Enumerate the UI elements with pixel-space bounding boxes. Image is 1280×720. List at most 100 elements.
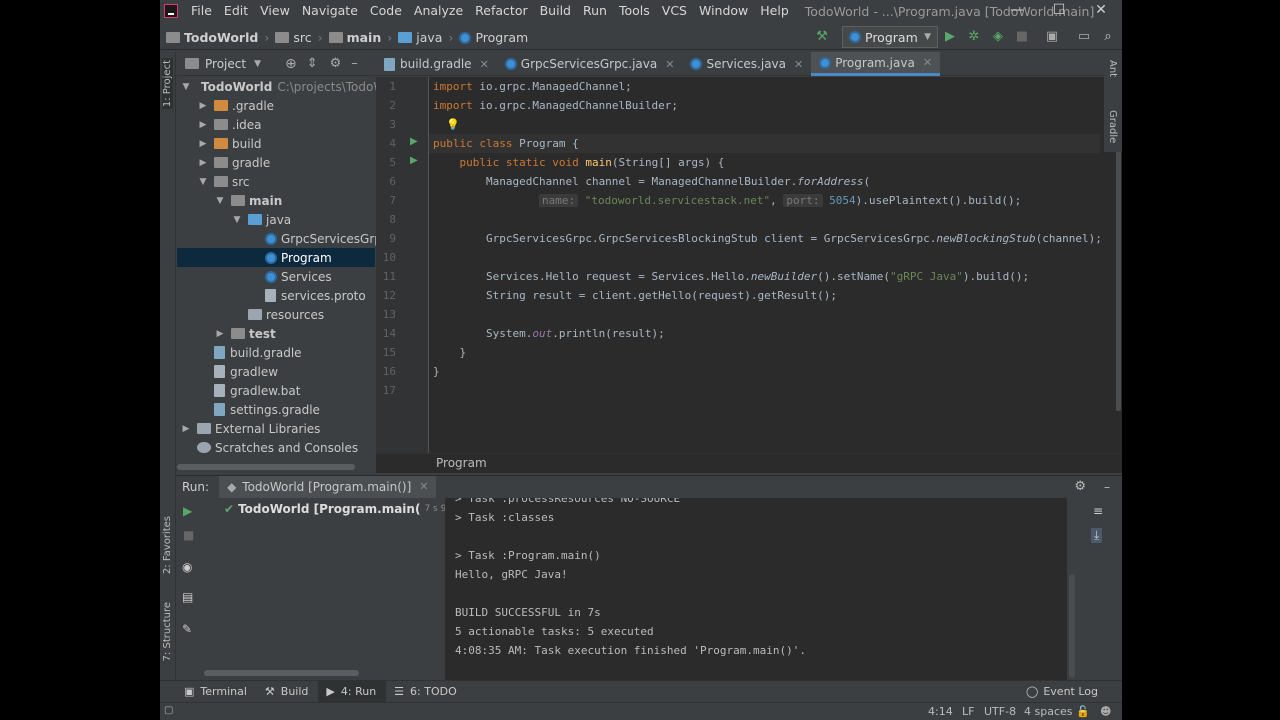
- tree-item[interactable]: services.proto: [177, 286, 375, 305]
- expanded-arrow-icon[interactable]: ▼: [232, 215, 242, 225]
- run-gutter-icon[interactable]: ▶: [410, 155, 418, 166]
- tree-item[interactable]: ▶ gradle: [177, 153, 375, 172]
- indent-setting[interactable]: 4 spaces: [1024, 705, 1073, 718]
- menu-run[interactable]: Run: [577, 0, 613, 22]
- tree-item[interactable]: GrpcServicesGrpc: [177, 229, 389, 248]
- search-icon[interactable]: ⌕: [1100, 29, 1116, 45]
- breadcrumb-program[interactable]: Program: [459, 30, 528, 45]
- breadcrumb-java[interactable]: java: [398, 30, 442, 45]
- run-tab-todoworld[interactable]: ◆ TodoWorld [Program.main()] ✕: [219, 475, 437, 498]
- locate-icon[interactable]: ⊕: [285, 56, 297, 72]
- tree-item[interactable]: ▶ .idea: [177, 115, 375, 134]
- tab-grpc-services-grpc[interactable]: GrpcServicesGrpc.java ✕: [497, 52, 683, 76]
- todo-tool-button[interactable]: ☰ 6: TODO: [386, 681, 467, 703]
- tree-item[interactable]: ▶ .gradle: [177, 96, 375, 115]
- collapsed-arrow-icon[interactable]: ▶: [198, 101, 208, 111]
- run-gutter-icon[interactable]: ▶: [410, 136, 418, 147]
- run-icon[interactable]: ▶: [942, 29, 958, 45]
- close-tab-icon[interactable]: ✕: [419, 480, 428, 493]
- structure-tool-tab[interactable]: 7: Structure: [162, 602, 173, 661]
- scroll-to-end-icon[interactable]: ⤓: [1091, 528, 1103, 543]
- collapsed-arrow-icon[interactable]: ▶: [198, 158, 208, 168]
- tab-build-gradle[interactable]: build.gradle ✕: [376, 52, 497, 76]
- event-log-button[interactable]: ◯ Event Log: [1018, 681, 1108, 703]
- close-tab-icon[interactable]: ✕: [665, 58, 674, 71]
- maximize-button[interactable]: ☐: [1038, 0, 1080, 22]
- menu-vcs[interactable]: VCS: [656, 0, 693, 22]
- run-tree-scrollbar[interactable]: [204, 670, 359, 676]
- tree-item[interactable]: gradlew.bat: [177, 381, 375, 400]
- close-tab-icon[interactable]: ✕: [480, 58, 489, 71]
- run-tool-button[interactable]: ▶ 4: Run: [318, 680, 387, 703]
- project-structure-icon[interactable]: ▣: [1044, 29, 1060, 45]
- hide-icon[interactable]: –: [351, 56, 358, 71]
- tree-item[interactable]: Scratches and Consoles: [177, 438, 375, 457]
- hide-icon[interactable]: –: [1104, 480, 1110, 494]
- lock-icon[interactable]: 🔓: [1076, 705, 1090, 718]
- breadcrumb-project[interactable]: TodoWorld: [166, 30, 258, 45]
- gear-icon[interactable]: ⚙: [330, 56, 342, 71]
- debug-icon[interactable]: ✲: [966, 29, 982, 45]
- collapsed-arrow-icon[interactable]: ▶: [181, 424, 191, 434]
- console-scrollbar[interactable]: [1069, 574, 1075, 678]
- menu-analyze[interactable]: Analyze: [408, 0, 469, 22]
- expanded-arrow-icon[interactable]: ▼: [198, 177, 208, 187]
- menu-edit[interactable]: Edit: [218, 0, 254, 22]
- close-tab-icon[interactable]: ✕: [923, 56, 932, 69]
- layout-icon[interactable]: ▤: [182, 590, 193, 604]
- menu-view[interactable]: View: [254, 0, 296, 22]
- tree-item[interactable]: gradlew: [177, 362, 375, 381]
- run-config-select[interactable]: Program ▼: [842, 26, 938, 48]
- eye-icon[interactable]: ◉: [182, 560, 192, 574]
- code-editor[interactable]: import io.grpc.ManagedChannel; import io…: [428, 77, 1100, 453]
- tree-item[interactable]: Services: [177, 267, 375, 286]
- build-tool-button[interactable]: ⚒ Build: [257, 681, 319, 703]
- close-tab-icon[interactable]: ✕: [794, 58, 803, 71]
- tree-item[interactable]: ▼ TodoWorld C:\projects\TodoW: [177, 77, 386, 96]
- collapse-all-icon[interactable]: ⇕: [307, 56, 318, 71]
- menu-help[interactable]: Help: [754, 0, 795, 22]
- build-hammer-icon[interactable]: ⚒: [814, 29, 830, 45]
- line-separator[interactable]: LF: [962, 705, 974, 718]
- project-horizontal-scrollbar[interactable]: [177, 464, 355, 470]
- menu-navigate[interactable]: Navigate: [296, 0, 364, 22]
- menu-file[interactable]: File: [185, 0, 218, 22]
- project-tool-tab[interactable]: 1: Project: [162, 58, 173, 110]
- expanded-arrow-icon[interactable]: ▼: [181, 82, 191, 92]
- gradle-tool-tab[interactable]: Gradle: [1107, 110, 1118, 143]
- gear-icon[interactable]: ⚙: [1074, 479, 1086, 494]
- tree-item[interactable]: resources: [177, 305, 375, 324]
- breadcrumb-src[interactable]: src: [275, 30, 312, 45]
- stop-icon[interactable]: ■: [183, 528, 194, 542]
- menu-build[interactable]: Build: [534, 0, 577, 22]
- file-encoding[interactable]: UTF-8: [984, 705, 1016, 718]
- stop-icon[interactable]: ■: [1014, 29, 1030, 45]
- tree-item[interactable]: ▶ build: [177, 134, 375, 153]
- tree-item[interactable]: ▼ src: [177, 172, 375, 191]
- tree-item[interactable]: build.gradle: [177, 343, 375, 362]
- tree-item[interactable]: ▼ java: [177, 210, 375, 229]
- menu-tools[interactable]: Tools: [613, 0, 656, 22]
- rerun-icon[interactable]: ▶: [183, 504, 192, 518]
- collapsed-arrow-icon[interactable]: ▶: [198, 139, 208, 149]
- close-button[interactable]: ✕: [1080, 0, 1122, 22]
- tree-item[interactable]: settings.gradle: [177, 400, 375, 419]
- inspector-icon[interactable]: ☻: [1100, 705, 1111, 718]
- menu-window[interactable]: Window: [693, 0, 754, 22]
- minimize-button[interactable]: —: [996, 0, 1038, 22]
- tab-program[interactable]: Program.java ✕: [811, 52, 941, 76]
- coverage-icon[interactable]: ◈: [990, 29, 1006, 45]
- soft-wrap-icon[interactable]: ≡: [1093, 504, 1103, 518]
- tree-item[interactable]: ▼ main: [177, 191, 375, 210]
- menu-refactor[interactable]: Refactor: [469, 0, 533, 22]
- run-console[interactable]: > Task :processResources NO-SOURCE > Task…: [445, 498, 1067, 680]
- collapsed-arrow-icon[interactable]: ▶: [215, 329, 225, 339]
- editor-breadcrumb[interactable]: Program: [376, 453, 1122, 473]
- favorites-tool-tab[interactable]: 2: Favorites: [162, 516, 173, 574]
- tool-windows-icon[interactable]: ▢: [164, 705, 173, 716]
- terminal-tool-button[interactable]: ▣ Terminal: [176, 681, 257, 703]
- editor-gutter[interactable]: ▶ ▶ 1 2 3 4 5 6 7 8 9 10 11 12 13 14 15 16 17: [376, 77, 428, 453]
- layout-icon[interactable]: ▭: [1076, 29, 1092, 45]
- pin-icon[interactable]: ✎: [182, 622, 192, 636]
- breadcrumb-main[interactable]: main: [328, 30, 381, 45]
